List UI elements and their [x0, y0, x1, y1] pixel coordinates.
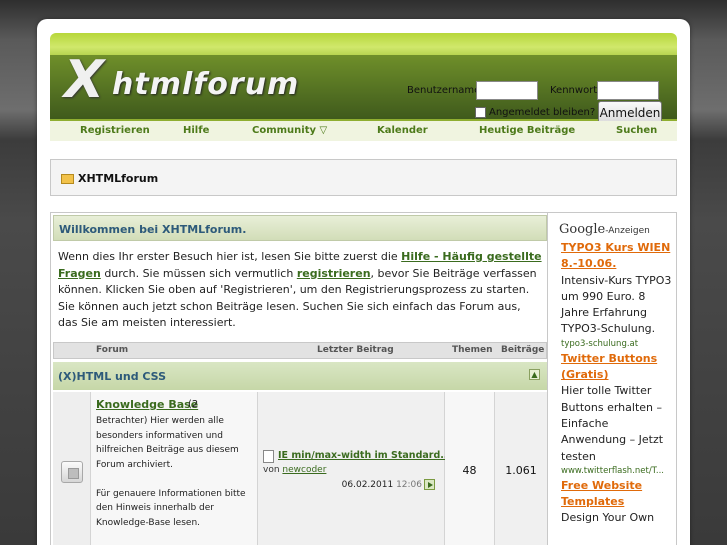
posts-cell: 1.061	[495, 392, 547, 545]
ad-url-1[interactable]: typo3-schulung.at	[561, 338, 673, 351]
ad-title-3[interactable]: Free Website Templates	[561, 478, 673, 511]
forum-status-icon	[61, 461, 83, 483]
register-link[interactable]: registrieren	[297, 267, 371, 280]
forum-info-cell: Knowledge Base (2 Betrachter) Hier werde…	[91, 392, 258, 545]
welcome-text-1: Wenn dies Ihr erster Besuch hier ist, le…	[58, 250, 402, 263]
ad-title-1[interactable]: TYPO3 Kurs WIEN 8.-10.06.	[561, 240, 673, 273]
folder-icon	[61, 174, 74, 184]
nav-search[interactable]: Suchen	[616, 125, 657, 136]
site-logo[interactable]: X htmlforum	[64, 53, 304, 107]
forum-viewers: (2	[188, 399, 199, 410]
ad-text-1: Intensiv-Kurs TYPO3 um 990 Euro. 8 Jahre…	[561, 273, 672, 336]
ad-title-2[interactable]: Twitter Buttons (Gratis)	[561, 351, 673, 384]
last-time: 12:06	[396, 480, 422, 490]
last-date: 06.02.2011	[341, 480, 394, 490]
col-forum: Forum	[96, 345, 129, 355]
forum-name[interactable]: Knowledge Base	[96, 398, 198, 411]
threads-cell: 48	[445, 392, 495, 545]
post-count: 1.061	[505, 464, 537, 477]
last-post-title[interactable]: IE min/max-width im Standard...	[278, 450, 451, 461]
post-icon	[263, 450, 274, 463]
last-post-user[interactable]: newcoder	[282, 465, 326, 475]
logo-x: X	[64, 50, 105, 110]
ads-body: TYPO3 Kurs WIEN 8.-10.06. Intensiv-Kurs …	[561, 240, 673, 527]
welcome-text: Wenn dies Ihr erster Besuch hier ist, le…	[58, 249, 542, 332]
last-post-cell: IE min/max-width im Standard... von newc…	[258, 392, 451, 545]
ads-header: Google-Anzeigen	[559, 222, 650, 237]
ad-text-3: Design Your Own	[561, 511, 655, 525]
forum-main: Willkommen bei XHTMLforum. Wenn dies Ihr…	[50, 212, 548, 545]
forum-icon-cell	[53, 392, 91, 545]
table-header: Forum Letzter Beitrag Themen Beiträge	[53, 342, 547, 359]
collapse-icon[interactable]: ▲	[529, 369, 540, 380]
remember-label: Angemeldet bleiben?	[489, 107, 596, 118]
category-row: (X)HTML und CSS ▲	[53, 362, 547, 390]
category-title[interactable]: (X)HTML und CSS	[58, 370, 166, 383]
remember-checkbox[interactable]	[475, 107, 486, 118]
col-last-post: Letzter Beitrag	[317, 345, 394, 355]
breadcrumb: XHTMLforum	[50, 159, 677, 196]
last-by-prefix: von	[263, 465, 283, 475]
ads-sidebar: Google-Anzeigen TYPO3 Kurs WIEN 8.-10.06…	[548, 212, 677, 545]
username-input[interactable]	[476, 81, 538, 100]
forum-description: Betrachter) Hier werden alle besonders i…	[96, 414, 251, 530]
welcome-title: Willkommen bei XHTMLforum.	[59, 223, 247, 236]
nav-calendar[interactable]: Kalender	[377, 125, 428, 136]
nav-register[interactable]: Registrieren	[80, 125, 150, 136]
nav-community[interactable]: Community ▽	[252, 125, 327, 136]
logo-text: htmlforum	[112, 67, 300, 102]
nav-help[interactable]: Hilfe	[183, 125, 209, 136]
forum-desc-1: Betrachter) Hier werden alle besonders i…	[96, 416, 239, 470]
col-threads: Themen	[452, 345, 493, 355]
ads-label[interactable]: -Anzeigen	[605, 226, 650, 236]
main-nav: Registrieren Hilfe Community ▽ Kalender …	[50, 121, 677, 141]
forum-desc-2: Für genauere Informationen bitte den Hin…	[96, 488, 246, 528]
welcome-text-2: durch. Sie müssen sich vermutlich	[100, 266, 297, 280]
remember-me[interactable]: Angemeldet bleiben?	[475, 107, 595, 118]
breadcrumb-title[interactable]: XHTMLforum	[78, 172, 158, 185]
goto-last-post-icon[interactable]	[424, 479, 435, 490]
thread-count: 48	[462, 464, 477, 477]
welcome-header: Willkommen bei XHTMLforum.	[53, 215, 547, 241]
page-container: X htmlforum Benutzername Kennwort Angeme…	[37, 19, 690, 545]
username-label: Benutzername	[407, 85, 481, 96]
ad-text-2: Hier tolle Twitter Buttons erhalten – Ei…	[561, 384, 664, 463]
ad-url-2[interactable]: www.twitterflash.net/T...	[561, 465, 673, 478]
nav-todays-posts[interactable]: Heutige Beiträge	[479, 125, 575, 136]
password-input[interactable]	[597, 81, 659, 100]
password-label: Kennwort	[550, 85, 598, 96]
last-post-author: von newcoder	[263, 465, 326, 475]
forum-row: Knowledge Base (2 Betrachter) Hier werde…	[53, 392, 547, 545]
last-post-date: 06.02.2011 12:06	[342, 480, 422, 490]
col-posts: Beiträge	[501, 345, 545, 355]
google-logo: Google	[559, 222, 606, 237]
